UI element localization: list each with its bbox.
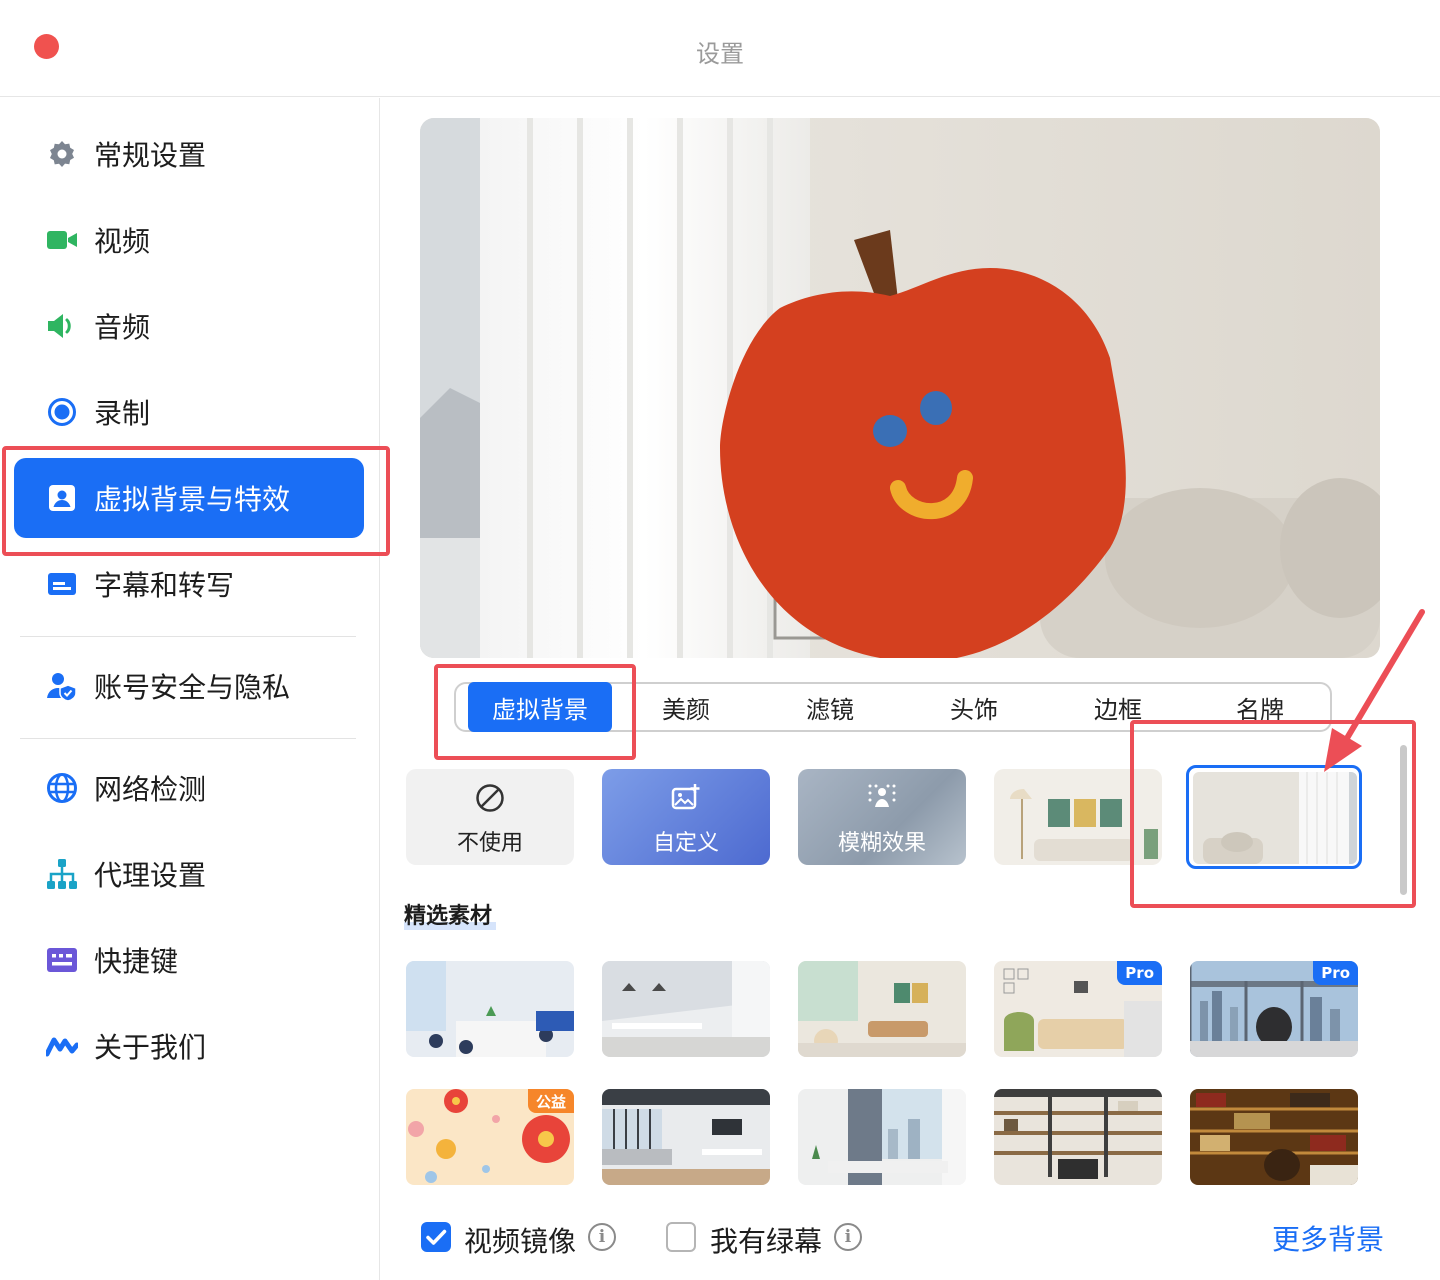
subtitles-icon — [46, 568, 78, 600]
thumbnail-window-room[interactable] — [798, 1089, 966, 1185]
tab-virtual-background[interactable]: 虚拟背景 — [468, 682, 612, 732]
sidebar-item-label: 账号安全与隐私 — [94, 671, 291, 704]
sidebar-item-about[interactable]: 关于我们 — [14, 1006, 364, 1086]
portrait-icon — [46, 482, 78, 514]
thumbnail-pro-room-1[interactable]: Pro — [994, 961, 1162, 1057]
add-image-icon — [602, 783, 770, 811]
background-blur-option[interactable]: 模糊效果 — [798, 769, 966, 865]
pro-badge: Pro — [1313, 961, 1358, 985]
prohibited-icon — [406, 783, 574, 813]
tab-filter[interactable]: 滤镜 — [760, 684, 900, 730]
sidebar-item-recording[interactable]: 录制 — [14, 372, 364, 452]
sidebar-item-account-security[interactable]: 账号安全与隐私 — [14, 646, 364, 726]
sidebar-item-label: 关于我们 — [94, 1031, 207, 1064]
sidebar-item-label: 网络检测 — [94, 773, 207, 806]
tab-frame[interactable]: 边框 — [1048, 684, 1188, 730]
charity-badge: 公益 — [527, 1089, 574, 1113]
video-mirror-checkbox[interactable] — [421, 1222, 451, 1252]
background-thumb-living-room[interactable] — [994, 769, 1162, 865]
thumbnail-pro-office[interactable]: Pro — [1190, 961, 1358, 1057]
keyboard-icon — [46, 944, 78, 976]
video-preview — [420, 118, 1380, 658]
user-shield-icon — [46, 670, 78, 702]
record-icon — [46, 396, 78, 428]
tab-nameplate[interactable]: 名牌 — [1190, 684, 1330, 730]
sidebar-item-label: 常规设置 — [94, 139, 207, 172]
sidebar-item-shortcuts[interactable]: 快捷键 — [14, 920, 364, 1000]
settings-window: 设置 常规设置 视频 音频 录制 虚拟背景与特效 字幕和转写 账号安全与隐私 网… — [0, 0, 1440, 1280]
speaker-icon — [46, 310, 78, 342]
sidebar-item-label: 音频 — [94, 311, 151, 344]
sidebar-item-subtitles[interactable]: 字幕和转写 — [14, 544, 364, 624]
sidebar-item-label: 字幕和转写 — [94, 569, 235, 602]
network-tree-icon — [46, 858, 78, 890]
sidebar-item-network-check[interactable]: 网络检测 — [14, 748, 364, 828]
green-screen-label: 我有绿幕 — [710, 1225, 823, 1258]
background-thumb-curtain-selected[interactable] — [1186, 765, 1362, 869]
sidebar-item-virtual-background[interactable]: 虚拟背景与特效 — [14, 458, 364, 538]
thumbnail-conference-room[interactable] — [406, 961, 574, 1057]
background-custom-option[interactable]: 自定义 — [602, 769, 770, 865]
thumbnail-bright-lounge[interactable] — [798, 961, 966, 1057]
scrollbar[interactable] — [1400, 745, 1407, 895]
curtain-room-image — [1193, 772, 1357, 864]
thumbnail-library[interactable] — [1190, 1089, 1358, 1185]
sidebar-item-label: 虚拟背景与特效 — [94, 483, 291, 516]
thumbnail-charity-flowers[interactable]: 公益 — [406, 1089, 574, 1185]
tab-beauty[interactable]: 美颜 — [616, 684, 756, 730]
title-bar: 设置 — [0, 0, 1440, 97]
conference-room-image — [406, 961, 574, 1057]
blur-person-icon — [798, 783, 966, 811]
green-screen-checkbox[interactable] — [666, 1222, 696, 1252]
library-image — [1190, 1089, 1358, 1185]
sidebar-item-label: 录制 — [94, 397, 151, 430]
sidebar-divider — [20, 636, 356, 637]
white-dining-image — [602, 961, 770, 1057]
tab-headwear[interactable]: 头饰 — [904, 684, 1044, 730]
checkmark-icon — [426, 1229, 447, 1245]
more-backgrounds-link[interactable]: 更多背景 — [1272, 1218, 1384, 1258]
thumbnail-open-office[interactable] — [602, 1089, 770, 1185]
living-room-image — [994, 769, 1162, 865]
sidebar-item-label: 快捷键 — [94, 945, 179, 978]
tile-label: 模糊效果 — [837, 831, 926, 856]
tile-label: 自定义 — [652, 831, 719, 856]
tencent-meeting-logo-icon — [46, 1030, 78, 1062]
tile-label: 不使用 — [456, 831, 523, 856]
globe-icon — [46, 772, 78, 804]
pro-badge: Pro — [1117, 961, 1162, 985]
preview-scene-image — [420, 118, 1380, 658]
video-mirror-label: 视频镜像 — [464, 1225, 577, 1258]
sidebar-item-audio[interactable]: 音频 — [14, 286, 364, 366]
thumbnail-white-dining[interactable] — [602, 961, 770, 1057]
shelf-room-image — [994, 1089, 1162, 1185]
info-icon[interactable]: i — [588, 1223, 616, 1251]
sidebar-divider — [20, 738, 356, 739]
window-room-image — [798, 1089, 966, 1185]
gear-icon — [46, 138, 78, 170]
window-title: 设置 — [696, 40, 744, 68]
sidebar-item-label: 视频 — [94, 225, 151, 258]
sidebar-item-label: 代理设置 — [94, 859, 207, 892]
info-icon[interactable]: i — [834, 1223, 862, 1251]
section-title-featured: 精选素材 — [404, 904, 493, 929]
settings-sidebar: 常规设置 视频 音频 录制 虚拟背景与特效 字幕和转写 账号安全与隐私 网络检测… — [0, 98, 380, 1280]
thumbnail-shelf-room[interactable] — [994, 1089, 1162, 1185]
background-none-option[interactable]: 不使用 — [406, 769, 574, 865]
video-camera-icon — [46, 224, 78, 256]
sidebar-item-video[interactable]: 视频 — [14, 200, 364, 280]
open-office-image — [602, 1089, 770, 1185]
annotation-arrow-icon — [1324, 609, 1425, 772]
sidebar-item-proxy[interactable]: 代理设置 — [14, 834, 364, 914]
bright-lounge-image — [798, 961, 966, 1057]
effects-tab-bar: 虚拟背景 美颜 滤镜 头饰 边框 名牌 — [454, 682, 1332, 732]
sidebar-item-general[interactable]: 常规设置 — [14, 114, 364, 194]
